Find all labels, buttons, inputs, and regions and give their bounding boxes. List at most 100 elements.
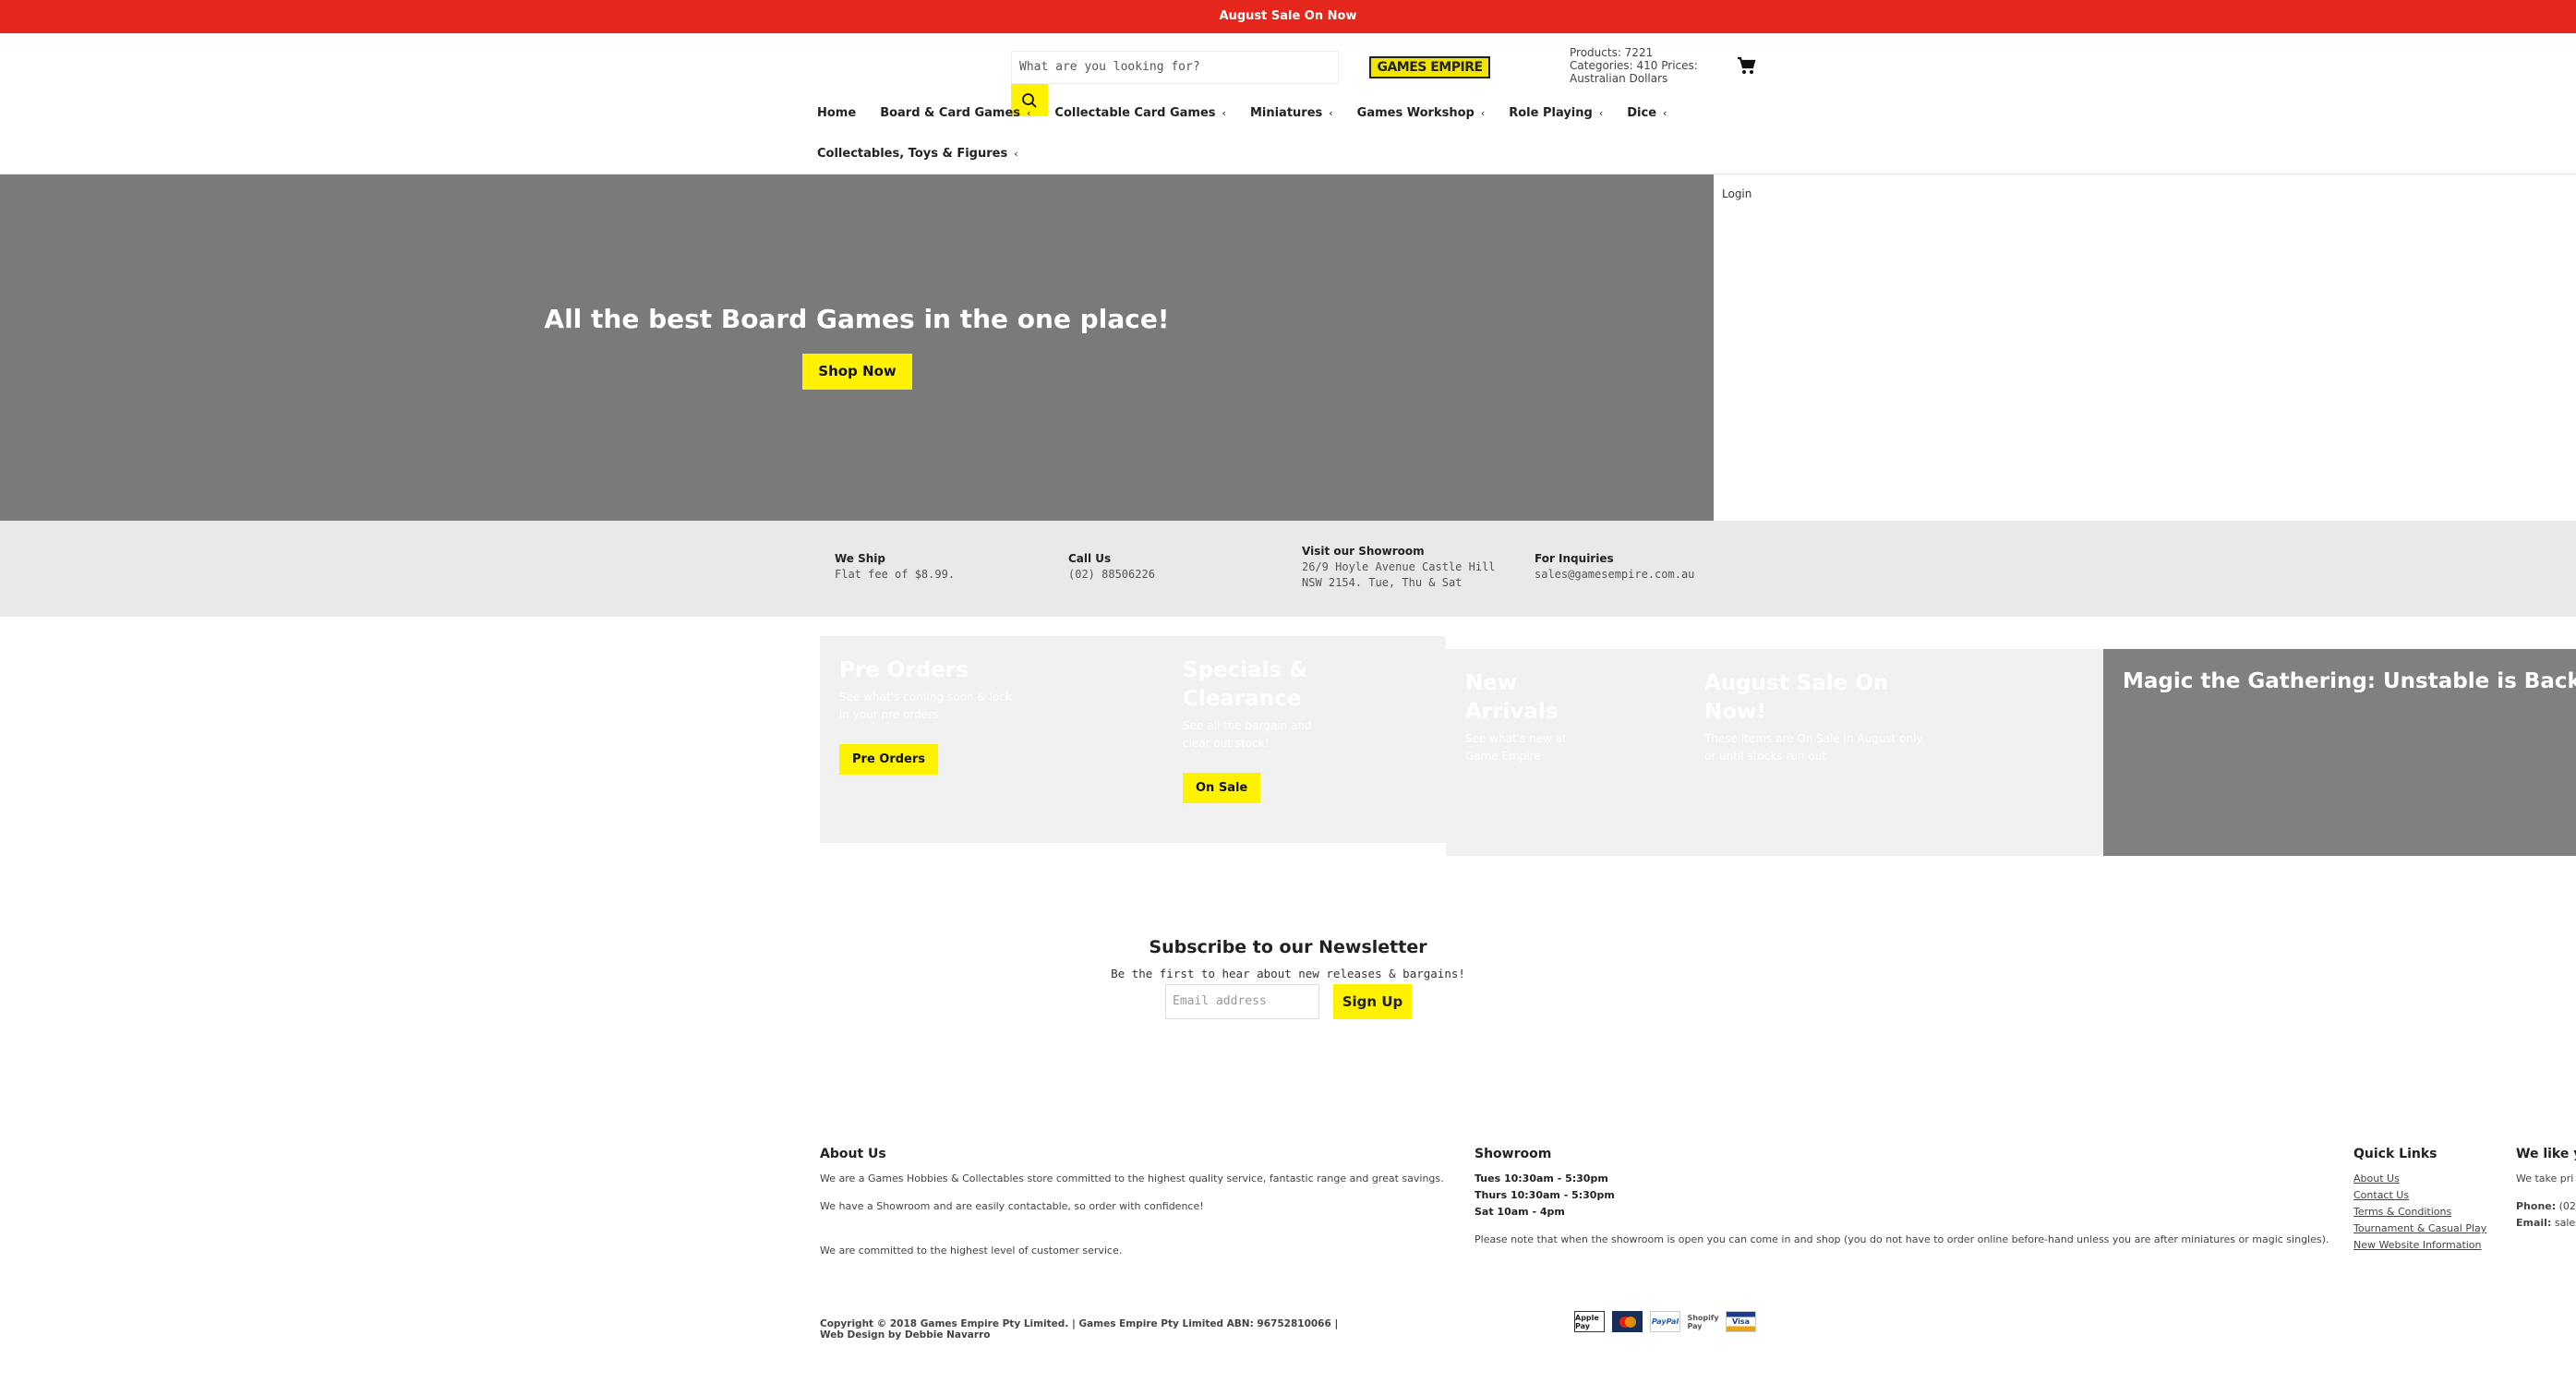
nav-label: Miniatures [1249, 106, 1323, 120]
payment-icons: Apple Pay PayPal Shopify Pay Visa [1574, 1311, 1756, 1332]
footer-text: We are a Games Hobbies & Collectables st… [820, 1173, 1444, 1185]
nav-home[interactable]: Home [817, 106, 856, 120]
chevron-icon: ‹ [1663, 107, 1667, 119]
info-call: Call Us (02) 88506226 [1068, 552, 1155, 583]
footer-about: About Us We are a Games Hobbies & Collec… [820, 1147, 1448, 1259]
logo-text: GAMES EMPIRE [1369, 56, 1490, 78]
nav-dice[interactable]: Dice ‹ [1627, 106, 1667, 120]
nav-label: Board & Card Games [880, 106, 1021, 120]
promo-specials: Specials & Clearance See all the bargain… [1183, 656, 1340, 803]
info-shipping: We Ship Flat fee of $8.99. [835, 552, 955, 583]
hero-title: All the best Board Games in the one plac… [544, 304, 1170, 334]
sign-up-button[interactable]: Sign Up [1333, 984, 1412, 1019]
nav-label: Collectables, Toys & Figures [817, 147, 1008, 161]
nav-games-workshop[interactable]: Games Workshop ‹ [1357, 106, 1486, 120]
promo-panel-2: New Arrivals See what's new at Game Empi… [1446, 649, 2103, 856]
nav-collectables-toys-figures[interactable]: Collectables, Toys & Figures ‹ [817, 147, 1018, 161]
nav-miniatures[interactable]: Miniatures ‹ [1250, 106, 1333, 120]
promo-august-sale[interactable]: August Sale On Now! These items are On S… [1704, 669, 1926, 765]
footer-heading: We like y [2516, 1147, 2576, 1161]
nav-label: Role Playing [1509, 106, 1593, 120]
footer-showroom: Showroom Tues 10:30am - 5:30pm Thurs 10:… [1475, 1147, 2342, 1248]
promo-magic[interactable]: Magic the Gathering: Unstable is Back! [2103, 649, 2576, 856]
promo-text: See what's new at Game Empire [1465, 732, 1567, 763]
announcement-bar[interactable]: August Sale On Now [0, 0, 2576, 33]
info-text: 26/9 Hoyle Avenue Castle Hill NSW 2154. … [1302, 560, 1496, 589]
footer-heading: Quick Links [2353, 1147, 2438, 1161]
nav-label: Dice [1627, 106, 1657, 120]
footer-quick-links: Quick Links About Us Contact Us Terms & … [2353, 1147, 2486, 1254]
main-nav-row-2: Collectables, Toys & Figures ‹ [817, 147, 1018, 161]
promo-new-arrivals[interactable]: New Arrivals See what's new at Game Empi… [1465, 669, 1595, 765]
mastercard-icon [1612, 1311, 1643, 1332]
promo-title: Pre Orders [839, 658, 969, 682]
paypal-icon: PayPal [1650, 1311, 1680, 1332]
link-new-website[interactable]: New Website Information [2353, 1237, 2486, 1254]
nav-board-card-games[interactable]: Board & Card Games ‹ [880, 106, 1030, 120]
search-input[interactable]: What are you looking for? [1011, 51, 1339, 84]
link-tournament[interactable]: Tournament & Casual Play [2353, 1221, 2486, 1237]
store-stats: Products: 7221 Categories: 410 Prices: A… [1570, 46, 1698, 85]
phone-value: (02 [2558, 1200, 2576, 1212]
info-inquiries: For Inquiries sales@gamesempire.com.au [1535, 552, 1694, 583]
cart-icon [1738, 56, 1756, 74]
nav-label: Home [817, 106, 857, 120]
showroom-hours: Thurs 10:30am - 5:30pm [1475, 1189, 1615, 1201]
nav-label: Games Workshop [1356, 106, 1475, 120]
cart-button[interactable] [1736, 55, 1756, 79]
main-nav: Home Board & Card Games ‹ Collectable Car… [817, 106, 1667, 120]
footer-text: We take pri [2516, 1173, 2574, 1185]
promo-text: See what's coming soon & lock in your pr… [839, 691, 1012, 721]
promo-title: Specials & Clearance [1183, 658, 1308, 711]
footer-text: We have a Showroom and are easily contac… [820, 1200, 1204, 1212]
footer-heading: About Us [820, 1147, 886, 1161]
footer-heading: Showroom [1475, 1147, 1552, 1161]
chevron-icon: ‹ [1480, 107, 1486, 119]
email-value: sales [2554, 1217, 2576, 1229]
link-about-us[interactable]: About Us [2353, 1171, 2486, 1187]
chevron-icon: ‹ [1329, 107, 1333, 119]
login-link[interactable]: Login [1722, 187, 1751, 200]
showroom-note: Please note that when the showroom is op… [1475, 1233, 2329, 1245]
promo-text: See all the bargain and clear out stock! [1183, 719, 1312, 750]
chevron-icon: ‹ [1598, 107, 1604, 119]
promo-pre-orders: Pre Orders See what's coming soon & lock… [839, 656, 1024, 775]
hero-banner: All the best Board Games in the one plac… [0, 174, 1714, 521]
showroom-hours: Tues 10:30am - 5:30pm [1475, 1173, 1608, 1185]
footer-text: We are committed to the highest level of… [820, 1245, 1123, 1257]
info-title: Visit our Showroom [1302, 545, 1425, 558]
promo-panel-1: Pre Orders See what's coming soon & lock… [820, 636, 1446, 843]
promo-title: Magic the Gathering: Unstable is Back! [2123, 669, 2576, 693]
link-terms[interactable]: Terms & Conditions [2353, 1204, 2486, 1221]
nav-label: Collectable Card Games [1054, 106, 1216, 120]
newsletter-title: Subscribe to our Newsletter [1149, 937, 1427, 957]
promo-title: New Arrivals [1465, 671, 1559, 724]
nav-role-playing[interactable]: Role Playing ‹ [1509, 106, 1603, 120]
promo-text: These items are On Sale in August only o… [1704, 732, 1923, 763]
logo[interactable]: GAMES EMPIRE [1344, 51, 1515, 84]
chevron-icon: ‹ [1014, 148, 1018, 160]
shop-now-button[interactable]: Shop Now [802, 354, 912, 390]
info-band: We Ship Flat fee of $8.99. Call Us (02) 88… [0, 521, 2576, 617]
chevron-icon: ‹ [1027, 107, 1031, 119]
info-text[interactable]: (02) 88506226 [1068, 567, 1155, 583]
email-input[interactable]: Email address [1165, 984, 1319, 1019]
link-contact-us[interactable]: Contact Us [2353, 1187, 2486, 1204]
pre-orders-button[interactable]: Pre Orders [839, 744, 939, 775]
copyright: Copyright © 2018 Games Empire Pty Limite… [820, 1318, 1339, 1341]
showroom-hours: Sat 10am - 4pm [1475, 1206, 1565, 1218]
info-text[interactable]: sales@gamesempire.com.au [1535, 567, 1694, 583]
nav-collectable-card-games[interactable]: Collectable Card Games ‹ [1054, 106, 1226, 120]
info-showroom: Visit our Showroom 26/9 Hoyle Avenue Cast… [1302, 545, 1514, 591]
promo-title: August Sale On Now! [1704, 671, 1889, 724]
info-title: We Ship [835, 552, 886, 565]
email-label: Email: [2516, 1217, 2552, 1229]
phone-label: Phone: [2516, 1200, 2557, 1212]
newsletter-subtitle: Be the first to hear about new releases … [1111, 967, 1465, 980]
visa-icon: Visa [1726, 1311, 1756, 1332]
info-title: Call Us [1068, 552, 1112, 565]
info-title: For Inquiries [1535, 552, 1614, 565]
apple-pay-icon: Apple Pay [1574, 1311, 1605, 1332]
on-sale-button[interactable]: On Sale [1183, 773, 1261, 803]
chevron-icon: ‹ [1222, 107, 1226, 119]
